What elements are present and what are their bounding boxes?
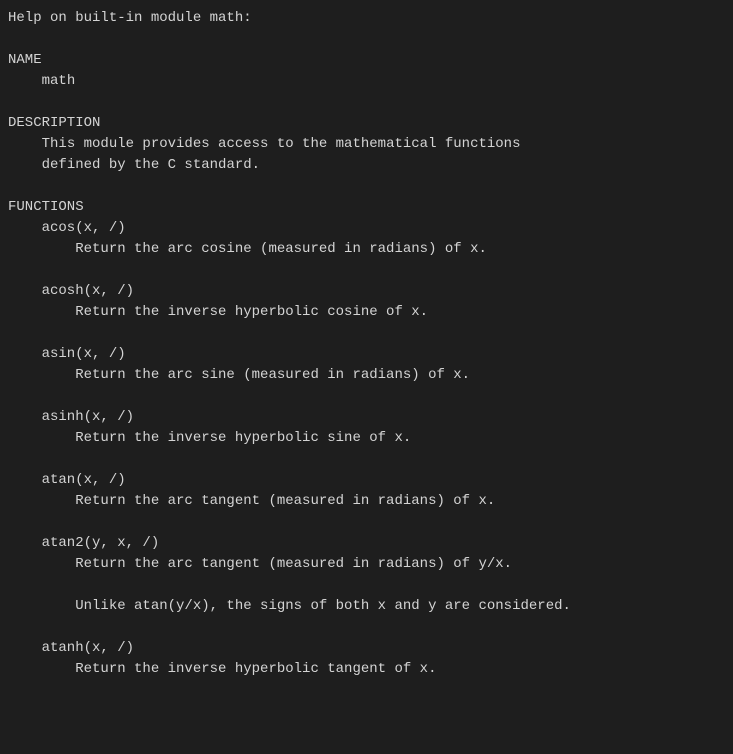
name-value: math <box>8 71 725 92</box>
function-signature: atan2(y, x, /) <box>8 533 725 554</box>
function-doc-line: Unlike atan(y/x), the signs of both x an… <box>8 596 725 617</box>
function-doc-line: Return the arc tangent (measured in radi… <box>8 554 725 575</box>
function-doc-line: Return the arc sine (measured in radians… <box>8 365 725 386</box>
function-signature: atanh(x, /) <box>8 638 725 659</box>
name-heading: NAME <box>8 50 725 71</box>
function-doc-line <box>8 575 725 596</box>
function-signature: atan(x, /) <box>8 470 725 491</box>
help-header: Help on built-in module math: <box>8 8 725 29</box>
help-output: Help on built-in module math: NAME math … <box>8 8 725 680</box>
functions-heading: FUNCTIONS <box>8 197 725 218</box>
function-doc-line: Return the inverse hyperbolic sine of x. <box>8 428 725 449</box>
function-signature: acosh(x, /) <box>8 281 725 302</box>
function-signature: asin(x, /) <box>8 344 725 365</box>
function-doc-line: Return the arc tangent (measured in radi… <box>8 491 725 512</box>
description-line: This module provides access to the mathe… <box>8 134 725 155</box>
function-doc-line: Return the inverse hyperbolic cosine of … <box>8 302 725 323</box>
function-signature: asinh(x, /) <box>8 407 725 428</box>
function-doc-line: Return the inverse hyperbolic tangent of… <box>8 659 725 680</box>
function-signature: acos(x, /) <box>8 218 725 239</box>
description-line: defined by the C standard. <box>8 155 725 176</box>
description-heading: DESCRIPTION <box>8 113 725 134</box>
function-doc-line: Return the arc cosine (measured in radia… <box>8 239 725 260</box>
